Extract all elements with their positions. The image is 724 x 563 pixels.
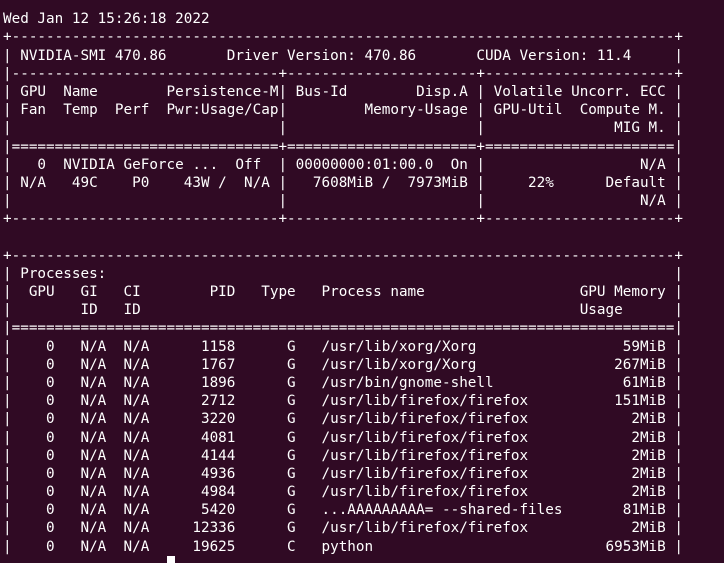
terminal-line: | Fan Temp Perf Pwr:Usage/Cap| Memory-Us… <box>3 102 683 119</box>
terminal-line: | 0 N/A N/A 4144 G /usr/lib/firefox/fire… <box>3 447 683 464</box>
terminal-line: +---------------------------------------… <box>3 247 683 264</box>
terminal-line: | 0 NVIDIA GeForce ... Off | 00000000:01… <box>3 156 683 173</box>
terminal-window[interactable]: Wed Jan 12 15:26:18 2022 +---------------… <box>0 0 724 563</box>
terminal-line: | 0 N/A N/A 1158 G /usr/lib/xorg/Xorg 59… <box>3 338 683 355</box>
terminal-line: | 0 N/A N/A 4984 G /usr/lib/firefox/fire… <box>3 484 683 501</box>
terminal-line: | 0 N/A N/A 4081 G /usr/lib/firefox/fire… <box>3 429 683 446</box>
terminal-line: | N/A 49C P0 43W / N/A | 7608MiB / 7973M… <box>3 174 683 191</box>
terminal-line: Wed Jan 12 15:26:18 2022 <box>3 11 210 28</box>
terminal-line: | NVIDIA-SMI 470.86 Driver Version: 470.… <box>3 47 683 64</box>
terminal-line: +-------------------------------+-------… <box>3 211 683 228</box>
terminal-line: | Processes: | <box>3 265 683 282</box>
terminal-line: | GPU Name Persistence-M| Bus-Id Disp.A … <box>3 83 683 100</box>
terminal-line: | 0 N/A N/A 19625 C python 6953MiB | <box>3 538 683 555</box>
terminal-line: | | | MIG M. | <box>3 120 683 137</box>
terminal-line: |=======================================… <box>3 320 683 337</box>
terminal-line: | 0 N/A N/A 3220 G /usr/lib/firefox/fire… <box>3 411 683 428</box>
prompt-line[interactable] <box>3 555 683 563</box>
terminal-line: | 0 N/A N/A 5420 G ...AAAAAAAAA= --share… <box>3 502 683 519</box>
terminal-line: | 0 N/A N/A 12336 G /usr/lib/firefox/fir… <box>3 520 683 537</box>
terminal-line: | 0 N/A N/A 4936 G /usr/lib/firefox/fire… <box>3 465 683 482</box>
terminal-line: | 0 N/A N/A 1767 G /usr/lib/xorg/Xorg 26… <box>3 356 683 373</box>
terminal-line: | 0 N/A N/A 2712 G /usr/lib/firefox/fire… <box>3 393 683 410</box>
terminal-line: | ID ID Usage | <box>3 302 683 319</box>
terminal-line: | GPU GI CI PID Type Process name GPU Me… <box>3 284 683 300</box>
terminal-line: | | | N/A | <box>3 193 683 210</box>
terminal-line: | 0 N/A N/A 1896 G /usr/bin/gnome-shell … <box>3 374 683 391</box>
terminal-output: Wed Jan 12 15:26:18 2022 +---------------… <box>3 0 683 563</box>
terminal-line: |===============================+=======… <box>3 138 683 155</box>
terminal-cursor <box>166 555 176 563</box>
terminal-line: +---------------------------------------… <box>3 29 683 46</box>
terminal-line: |-------------------------------+-------… <box>3 65 683 82</box>
